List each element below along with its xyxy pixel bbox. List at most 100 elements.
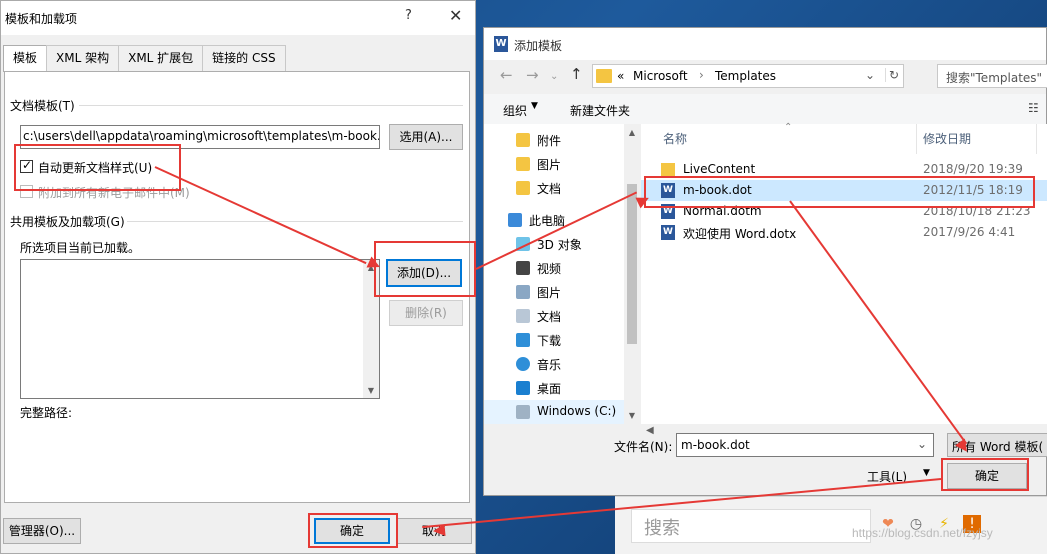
- nav-item-documents-quick[interactable]: 文档: [484, 176, 624, 200]
- download-icon: [516, 333, 530, 347]
- music-icon: [516, 357, 530, 371]
- close-icon[interactable]: ✕: [449, 6, 462, 25]
- column-name[interactable]: 名称: [663, 124, 687, 154]
- nav-item-videos[interactable]: 视频: [484, 256, 624, 280]
- breadcrumb-overflow[interactable]: «: [617, 69, 624, 83]
- nav-item-this-pc[interactable]: 此电脑: [484, 208, 624, 232]
- breadcrumb-microsoft[interactable]: Microsoft: [633, 69, 688, 83]
- view-options-icon[interactable]: ☷: [1028, 101, 1039, 115]
- nav-item-label: 桌面: [537, 382, 562, 396]
- new-folder-button[interactable]: 新建文件夹: [570, 102, 630, 119]
- doc-template-label: 文档模板(T): [10, 99, 75, 113]
- filename-input[interactable]: m-book.dot ⌄: [676, 433, 934, 457]
- scroll-left-icon[interactable]: ◀: [646, 425, 654, 436]
- group-divider: [79, 105, 463, 106]
- global-templates-list[interactable]: ▲ ▼: [20, 259, 380, 399]
- dialog1-tabs: 模板 XML 架构 XML 扩展包 链接的 CSS: [3, 45, 286, 72]
- nav-item-desktop[interactable]: 桌面: [484, 376, 624, 400]
- checked-items-label: 所选项目当前已加载。: [20, 241, 141, 255]
- breadcrumb-templates[interactable]: Templates: [715, 69, 776, 83]
- choose-button[interactable]: 选用(A)...: [389, 124, 463, 150]
- nav-item-documents[interactable]: 文档: [484, 304, 624, 328]
- add-template-dialog: W 添加模板 ← → ⌄ ↑ « Microsoft › Templates ⌄…: [483, 27, 1047, 496]
- annotation-arrowhead-4: [432, 524, 446, 538]
- file-date: 2018/9/20 19:39: [923, 162, 1023, 176]
- group-divider: [127, 221, 463, 222]
- nav-item-music[interactable]: 音乐: [484, 352, 624, 376]
- background-search-placeholder: 搜索: [644, 518, 680, 539]
- nav-scrollbar[interactable]: ▲ ▼: [624, 124, 640, 424]
- tab-linked-css[interactable]: 链接的 CSS: [202, 45, 286, 71]
- back-arrow-icon[interactable]: ←: [500, 66, 513, 84]
- filename-dropdown-icon[interactable]: ⌄: [917, 437, 927, 451]
- scroll-down-icon[interactable]: ▼: [363, 386, 379, 395]
- nav-item-downloads[interactable]: 下载: [484, 328, 624, 352]
- column-separator[interactable]: [916, 124, 917, 154]
- nav-item-label: 音乐: [537, 358, 562, 372]
- tab-templates[interactable]: 模板: [3, 45, 48, 72]
- drive-icon: [516, 405, 530, 419]
- tools-dropdown-icon[interactable]: ▼: [923, 468, 930, 478]
- nav-item-label: 视频: [537, 262, 562, 276]
- column-separator[interactable]: [1036, 124, 1037, 154]
- global-templates-label: 共用模板及加载项(G): [10, 215, 125, 229]
- nav-item-label: 附件: [537, 134, 562, 148]
- forward-arrow-icon[interactable]: →: [526, 66, 539, 84]
- refresh-icon[interactable]: ↻: [885, 68, 899, 82]
- folder-icon: [516, 157, 530, 171]
- search-placeholder: 搜索"Templates": [946, 71, 1043, 85]
- nav-item-pictures-quick[interactable]: 图片: [484, 152, 624, 176]
- dialog1-titlebar: 模板和加载项 ? ✕: [1, 1, 475, 35]
- address-dropdown-icon[interactable]: ⌄: [865, 68, 875, 82]
- breadcrumb-separator-icon: ›: [699, 68, 704, 82]
- tab-xml-schema[interactable]: XML 架构: [46, 45, 120, 71]
- highlight-add-button: [374, 241, 476, 297]
- nav-item-pictures[interactable]: 图片: [484, 280, 624, 304]
- organize-dropdown-icon[interactable]: ▼: [531, 101, 538, 111]
- recent-dropdown-icon[interactable]: ⌄: [550, 71, 558, 82]
- file-date: 2017/9/26 4:41: [923, 225, 1016, 239]
- file-name: LiveContent: [683, 162, 756, 176]
- documents-icon: [516, 309, 530, 323]
- background-search-box[interactable]: 搜索: [631, 509, 871, 543]
- pictures-icon: [516, 285, 530, 299]
- file-name: 欢迎使用 Word.dotx: [683, 227, 797, 241]
- filename-value: m-book.dot: [681, 438, 750, 452]
- remove-button[interactable]: 删除(R): [389, 300, 463, 326]
- help-button[interactable]: ?: [405, 8, 412, 23]
- scroll-down-icon[interactable]: ▼: [624, 411, 640, 420]
- desktop-icon: [516, 381, 530, 395]
- templates-addins-dialog: 模板和加载项 ? ✕ 模板 XML 架构 XML 扩展包 链接的 CSS 文档模…: [0, 0, 476, 554]
- watermark: https://blog.csdn.net/fzyjsy: [852, 526, 993, 540]
- nav-item-attachments[interactable]: 附件: [484, 128, 624, 152]
- nav-item-label: 图片: [537, 158, 562, 172]
- highlight-dialog2-ok: [941, 458, 1029, 491]
- nav-item-label: Windows (C:): [537, 404, 617, 418]
- nav-item-windows-c[interactable]: Windows (C:): [484, 400, 624, 424]
- tab-xml-expansion-packs[interactable]: XML 扩展包: [118, 45, 204, 71]
- folder-icon: [661, 163, 675, 176]
- column-date[interactable]: 修改日期: [923, 124, 971, 154]
- dialog2-titlebar: W 添加模板: [484, 28, 1046, 60]
- video-icon: [516, 261, 530, 275]
- search-box[interactable]: 搜索"Templates": [937, 64, 1047, 88]
- word-doc-icon: W: [661, 225, 675, 240]
- up-arrow-icon[interactable]: ↑: [570, 65, 583, 83]
- scroll-up-icon[interactable]: ▲: [624, 128, 640, 137]
- organizer-button[interactable]: 管理器(O)...: [3, 518, 81, 544]
- nav-item-label: 此电脑: [529, 214, 566, 228]
- nav-scroll-thumb[interactable]: [627, 184, 637, 344]
- navigation-pane: 附件 图片 文档 此电脑 3D 对象 视频 图片 文档 下载 音乐 桌面 Win…: [484, 124, 640, 424]
- nav-item-label: 文档: [537, 310, 562, 324]
- organize-menu[interactable]: 组织: [503, 102, 527, 119]
- filename-label: 文件名(N):: [614, 440, 673, 454]
- folder-icon: [516, 133, 530, 147]
- nav-item-label: 图片: [537, 286, 562, 300]
- nav-item-label: 文档: [537, 182, 562, 196]
- file-row-welcome[interactable]: W 欢迎使用 Word.dotx 2017/9/26 4:41: [641, 222, 1047, 243]
- highlight-m-book-file: [644, 176, 1035, 208]
- address-bar[interactable]: « Microsoft › Templates ⌄ ↻: [592, 64, 904, 88]
- nav-item-3d-objects[interactable]: 3D 对象: [484, 232, 624, 256]
- nav-item-label: 下载: [537, 334, 562, 348]
- highlight-ok-button: [308, 513, 398, 548]
